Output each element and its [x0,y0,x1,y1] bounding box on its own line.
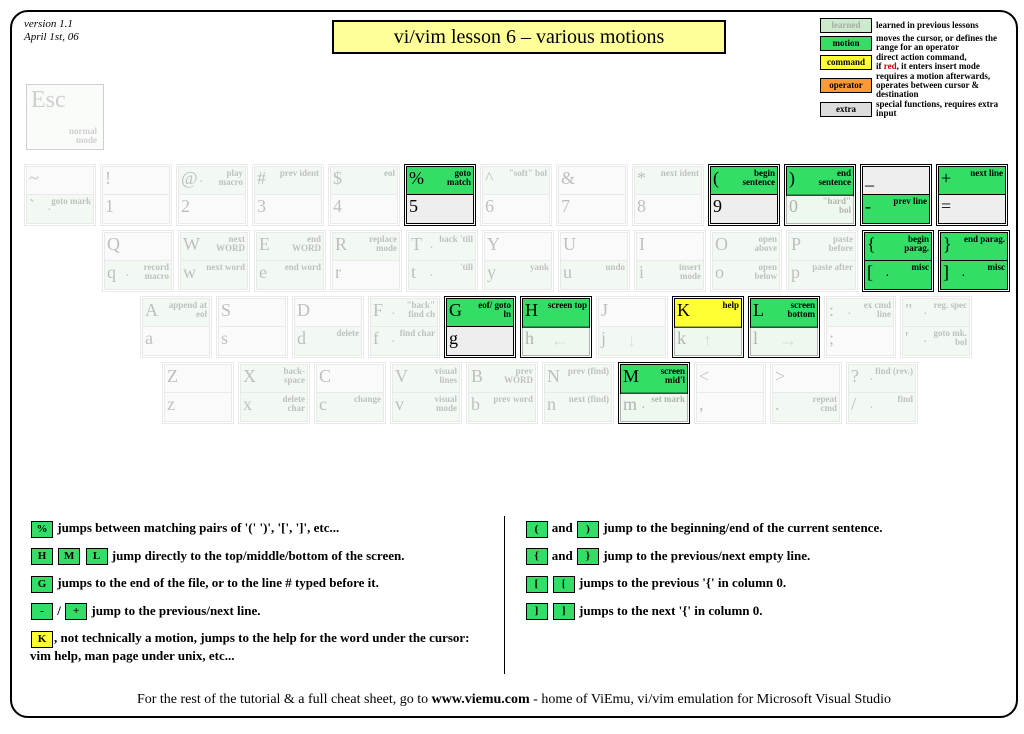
esc-key: Esc normalmode [26,84,104,150]
page-title: vi/vim lesson 6 – various motions [332,20,726,54]
key-2: @play macro·2 [176,164,248,226]
key-d: Dddelete [292,296,364,358]
legend-command: command [820,55,872,70]
key-v: Vvisual linesvvisual mode [390,362,462,424]
key-8: *next ident8 [632,164,704,226]
version-date: April 1st, 06 [24,31,79,43]
key-i: Iiinsert mode [634,230,706,292]
key-n: Nprev (find)nnext (find) [542,362,614,424]
page: version 1.1 April 1st, 06 vi/vim lesson … [10,10,1018,718]
key-x: }end parag.]misc· [938,230,1010,292]
key-l: Lscreen bottoml→ [748,296,820,358]
key-x: _-prev line [860,164,932,226]
key-q: Qqrecord macro· [102,230,174,292]
explain-left: % jumps between matching pairs of '(' ')… [30,516,504,674]
key-r: Rreplace moder [330,230,402,292]
key-z: Zz [162,362,234,424]
footer: For the rest of the tutorial & a full ch… [12,692,1016,708]
explain-right: ( and ) jump to the beginning/end of the… [504,516,999,674]
key-a: Aappend at eola [140,296,212,358]
legend-operator: operator [820,78,872,93]
key-y: Yyyank [482,230,554,292]
explanations: % jumps between matching pairs of '(' ')… [30,516,998,674]
key-h: Hscreen toph← [520,296,592,358]
legend-extra: extra [820,102,872,117]
key-7: &7 [556,164,628,226]
key-c: Ccchange [314,362,386,424]
version-text: version 1.1 [24,18,73,30]
key-x: "reg. spec·'goto mk. bol· [900,296,972,358]
key-x: Xback- spacexdelete char [238,362,310,424]
key-k: Khelpk↑ [672,296,744,358]
key-f: F"back" find ch·ffind char· [368,296,440,358]
key-1: !1 [100,164,172,226]
version-block: version 1.1 April 1st, 06 [24,18,79,44]
key-p: Ppaste beforeppaste after [786,230,858,292]
legend: learnedlearned in previous lessons motio… [820,18,1006,119]
footer-link: www.viemu.com [432,692,530,707]
key-x: <, [694,362,766,424]
key-o: Oopen aboveoopen below [710,230,782,292]
key-0: )end sentence0"hard" bol [784,164,856,226]
key-m: Mscreen mid'lmset mark· [618,362,690,424]
key-x: {begin parag.[misc· [862,230,934,292]
key-e: Eend WORDeend word [254,230,326,292]
key-g: Geof/ goto lng [444,296,516,358]
key-6: ^"soft" bol6 [480,164,552,226]
key-t: Tback 'till·t'till· [406,230,478,292]
key-w: Wnext WORDwnext word [178,230,250,292]
key-5: %goto match5 [404,164,476,226]
key-x: ?find (rev.)·/find· [846,362,918,424]
key-x: ~`goto mark· [24,164,96,226]
key-x: +next line= [936,164,1008,226]
key-3: #prev ident3 [252,164,324,226]
key-u: Uuundo [558,230,630,292]
legend-learned: learned [820,18,872,33]
key-j: Jj↓ [596,296,668,358]
key-4: $eol4 [328,164,400,226]
key-9: (begin sentence9 [708,164,780,226]
key-x: :ex cmd line·; [824,296,896,358]
legend-motion: motion [820,36,872,51]
key-b: Bprev WORDbprev word [466,362,538,424]
key-x: >.repeat cmd [770,362,842,424]
key-s: Ss [216,296,288,358]
